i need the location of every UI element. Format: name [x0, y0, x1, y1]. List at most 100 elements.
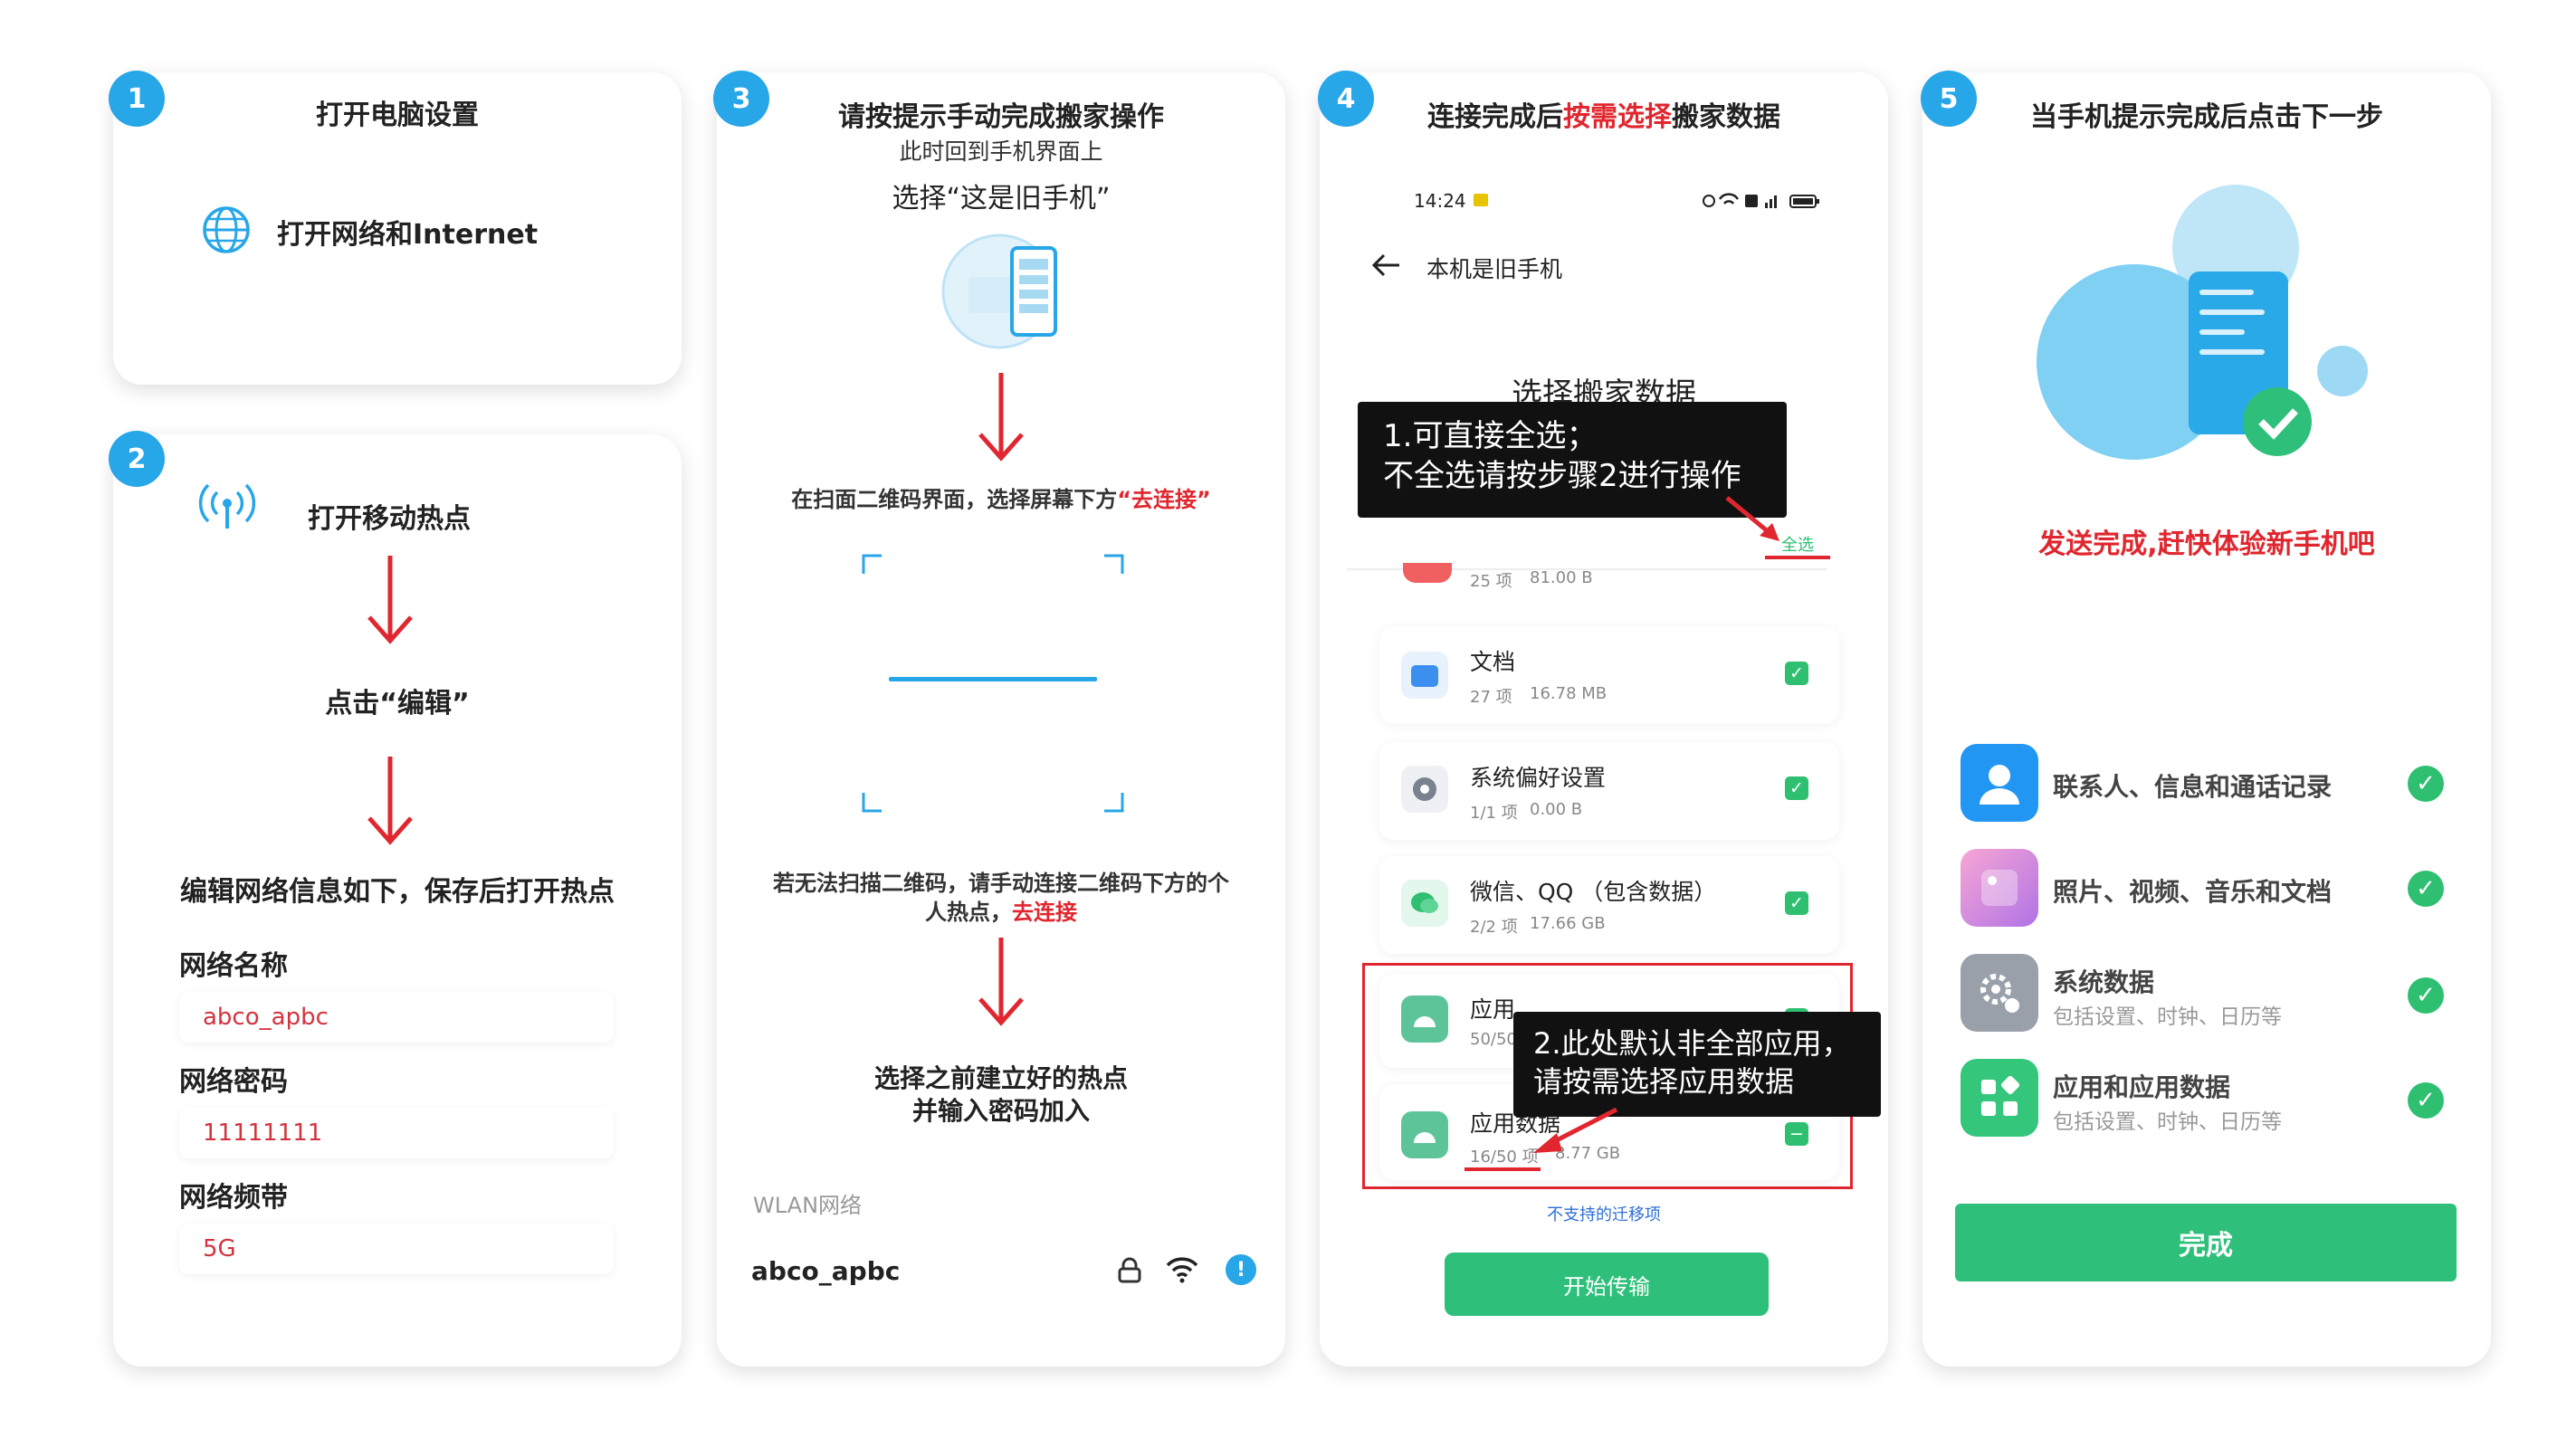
- step4-title-highlight: 按需选择: [1563, 101, 1672, 133]
- count-underline: [1465, 1167, 1541, 1171]
- partial-item-count: 25 项: [1470, 572, 1512, 591]
- chat-icon: [1401, 880, 1448, 927]
- item-apps: 应用和应用数据: [2053, 1072, 2231, 1102]
- item-system-data-sub: 包括设置、时钟、日历等: [2053, 1005, 2282, 1029]
- document-icon: [1401, 652, 1448, 699]
- red-pointer-arrow: [1530, 1106, 1620, 1157]
- check-icon: ✓: [2408, 1082, 2444, 1119]
- manual-connect-line1: 若无法扫描二维码，请手动连接二维码下方的个: [773, 871, 1229, 896]
- go-connect-link-2[interactable]: 去连接: [1012, 900, 1077, 925]
- item-contacts: 联系人、信息和通话记录: [2053, 772, 2333, 802]
- check-icon: ✓: [2408, 871, 2444, 907]
- step2-badge: 2: [109, 431, 165, 487]
- wlan-label: WLAN网络: [753, 1193, 863, 1218]
- checkbox-checked[interactable]: ✓: [1785, 662, 1808, 685]
- hotspot-icon: [197, 481, 257, 532]
- wifi-network-name[interactable]: abco_apbc: [751, 1256, 900, 1286]
- item-count: 16/50 项: [1470, 1148, 1539, 1167]
- partial-item-icon: [1403, 563, 1452, 583]
- go-connect-link[interactable]: “去连接”: [1117, 487, 1211, 512]
- arrow-down-icon: [977, 936, 1026, 1026]
- network-password-field[interactable]: 11111111: [179, 1108, 614, 1158]
- item-name: 微信、QQ （包含数据）: [1470, 879, 1717, 905]
- network-name-field[interactable]: abco_apbc: [179, 992, 614, 1043]
- checkbox-partial[interactable]: −: [1785, 1122, 1808, 1146]
- unsupported-link[interactable]: 不支持的迁移项: [1320, 1202, 1888, 1225]
- arrow-down-icon: [977, 371, 1026, 462]
- callout-select-all: 1.可直接全选； 不全选请按步骤2进行操作: [1358, 402, 1787, 518]
- item-name: 文档: [1470, 649, 1516, 675]
- status-icons: [1702, 190, 1837, 212]
- item-size: 16.78 MB: [1530, 684, 1608, 703]
- qr-scan-frame: [862, 554, 1124, 813]
- status-time: 14:24: [1414, 190, 1466, 212]
- media-icon: [1961, 849, 2038, 927]
- globe-icon: [201, 205, 252, 255]
- step1-title: 打开电脑设置: [316, 100, 479, 131]
- item-size: 0.00 B: [1530, 800, 1583, 819]
- step5-title: 当手机提示完成后点击下一步: [2030, 101, 2383, 133]
- step4-title-post: 搬家数据: [1672, 101, 1780, 133]
- item-count: 2/2 项: [1470, 918, 1518, 937]
- wifi-icon: [1166, 1256, 1198, 1283]
- phone-done-illustration: [2037, 185, 2380, 474]
- callout2-line2: 请按需选择应用数据: [1533, 1064, 1795, 1099]
- notification-icon: [1474, 194, 1488, 206]
- callout1-line2: 不全选请按步骤2进行操作: [1383, 458, 1741, 494]
- gear-icon: [1401, 766, 1448, 813]
- apps-grid-icon: [1961, 1059, 2038, 1137]
- item-count: 50/50: [1470, 1030, 1517, 1049]
- screen-title: 本机是旧手机: [1426, 256, 1563, 282]
- arrow-down-icon: [366, 755, 415, 845]
- step4-title: 连接完成后按需选择搬家数据: [1320, 94, 1888, 134]
- system-gear-icon: [1961, 954, 2038, 1032]
- callout2-line1: 2.此处默认非全部应用，: [1533, 1026, 1851, 1061]
- item-size: 17.66 GB: [1530, 914, 1606, 933]
- network-settings-item[interactable]: 打开网络和Internet: [277, 212, 538, 252]
- step3-title: 请按提示手动完成搬家操作: [838, 101, 1164, 133]
- lock-icon: [1117, 1256, 1142, 1283]
- info-icon[interactable]: !: [1226, 1254, 1256, 1285]
- scan-instruction-text: 在扫面二维码界面，选择屏幕下方: [791, 487, 1118, 512]
- item-name: 系统偏好设置: [1470, 765, 1607, 791]
- item-count: 1/1 项: [1470, 804, 1518, 823]
- step4-title-pre: 连接完成后: [1427, 101, 1563, 133]
- android-app-data-icon: [1401, 1111, 1448, 1158]
- list-item-system-prefs[interactable]: [1379, 742, 1839, 840]
- click-edit-label: 点击“编辑”: [325, 688, 470, 719]
- contacts-icon: [1961, 744, 2038, 822]
- open-hotspot-label[interactable]: 打开移动热点: [308, 496, 471, 536]
- network-band-label: 网络频带: [179, 1182, 288, 1214]
- join-hotspot-line1: 选择之前建立好的热点: [873, 1063, 1128, 1093]
- partial-item-size: 81.00 B: [1530, 568, 1593, 587]
- send-complete-text: 发送完成,赶快体验新手机吧: [2038, 529, 2375, 560]
- checkbox-checked[interactable]: ✓: [1785, 891, 1808, 915]
- network-band-field[interactable]: 5G: [179, 1224, 614, 1274]
- back-arrow-icon[interactable]: [1370, 252, 1401, 279]
- scan-instruction: 在扫面二维码界面，选择屏幕下方“去连接”: [717, 481, 1285, 513]
- start-transfer-button[interactable]: 开始传输: [1445, 1253, 1769, 1316]
- manual-connect-line2: 人热点，去连接: [717, 894, 1285, 926]
- edit-instruction: 编辑网络信息如下，保存后打开热点: [180, 876, 615, 908]
- finish-button[interactable]: 完成: [1955, 1204, 2457, 1281]
- item-apps-sub: 包括设置、时钟、日历等: [2053, 1110, 2282, 1134]
- callout1-line1: 1.可直接全选；: [1383, 418, 1598, 454]
- choose-old-phone: 选择“这是旧手机”: [892, 183, 1111, 214]
- item-media: 照片、视频、音乐和文档: [2053, 877, 2333, 907]
- arrow-down-icon: [366, 554, 415, 644]
- join-hotspot-line2: 并输入密码加入: [911, 1096, 1090, 1126]
- android-app-icon: [1401, 996, 1448, 1043]
- select-all-link[interactable]: 全选: [1781, 532, 1814, 556]
- step3-subtitle: 此时回到手机界面上: [899, 138, 1103, 165]
- item-name: 应用: [1470, 996, 1516, 1023]
- checkbox-checked[interactable]: ✓: [1785, 776, 1808, 800]
- list-item-documents[interactable]: [1379, 626, 1839, 724]
- check-icon: ✓: [2408, 766, 2444, 802]
- network-password-label: 网络密码: [179, 1066, 288, 1098]
- item-count: 27 项: [1470, 688, 1512, 707]
- select-all-underline: [1765, 556, 1830, 559]
- check-icon: ✓: [2408, 977, 2444, 1014]
- red-pointer-arrow: [1723, 494, 1781, 543]
- manual-connect-line2-text: 人热点，: [925, 900, 1012, 925]
- callout-app-data: 2.此处默认非全部应用， 请按需选择应用数据: [1513, 1012, 1881, 1117]
